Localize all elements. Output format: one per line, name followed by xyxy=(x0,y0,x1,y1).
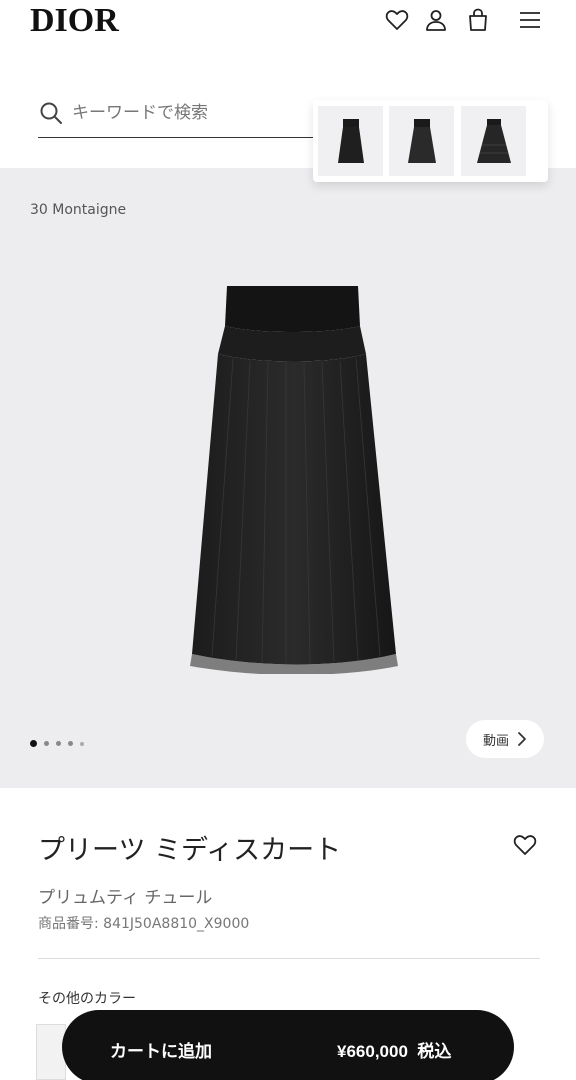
product-sku: 商品番号: 841J50A8810_X9000 xyxy=(38,916,250,932)
menu-button[interactable] xyxy=(516,6,544,34)
carousel-pagination xyxy=(30,740,84,747)
product-image-carousel[interactable]: 30 Montaigne 動画 xyxy=(0,168,576,788)
add-to-cart-button[interactable]: カートに追加 ¥660,000 税込 xyxy=(62,1010,514,1080)
video-button-label: 動画 xyxy=(482,733,509,749)
wishlist-button[interactable] xyxy=(383,6,411,34)
search-icon xyxy=(40,102,62,124)
heart-icon xyxy=(513,835,537,855)
heart-icon xyxy=(385,10,409,30)
pagination-dot[interactable] xyxy=(44,741,49,746)
product-image xyxy=(190,286,398,674)
divider xyxy=(38,958,540,959)
skirt-thumbnail-icon xyxy=(476,119,511,163)
pagination-dot[interactable] xyxy=(56,741,61,746)
header: DIOR xyxy=(0,0,576,44)
other-colors-label: その他のカラー xyxy=(38,991,136,1007)
thumbnail-3[interactable] xyxy=(461,106,526,176)
video-button[interactable]: 動画 xyxy=(466,720,544,758)
price-display: ¥660,000 税込 xyxy=(337,1037,451,1062)
chevron-right-icon xyxy=(518,732,526,746)
product-material: プリュムティ チュール xyxy=(38,888,213,908)
pagination-dot[interactable] xyxy=(80,741,84,746)
search-bar xyxy=(38,94,313,138)
thumbnail-strip xyxy=(313,100,548,182)
product-title: プリーツ ミディスカート xyxy=(38,835,342,866)
pagination-dot[interactable] xyxy=(30,740,37,747)
account-button[interactable] xyxy=(422,6,450,34)
pagination-dot[interactable] xyxy=(68,741,73,746)
add-to-wishlist-button[interactable] xyxy=(510,830,540,860)
dior-logo[interactable]: DIOR xyxy=(30,2,119,40)
bag-icon xyxy=(469,8,487,31)
search-input[interactable] xyxy=(72,98,308,128)
skirt-thumbnail-icon xyxy=(407,119,436,163)
add-to-cart-label: カートに追加 xyxy=(110,1042,212,1061)
cart-icon-button[interactable] xyxy=(464,6,492,34)
collection-label: 30 Montaigne xyxy=(30,202,127,218)
menu-icon xyxy=(520,12,540,28)
skirt-thumbnail-icon xyxy=(337,119,364,163)
price: ¥660,000 xyxy=(337,1042,408,1061)
thumbnail-2[interactable] xyxy=(389,106,454,176)
user-icon xyxy=(426,10,446,31)
thumbnail-1[interactable] xyxy=(318,106,383,176)
tax-label: 税込 xyxy=(417,1042,452,1061)
